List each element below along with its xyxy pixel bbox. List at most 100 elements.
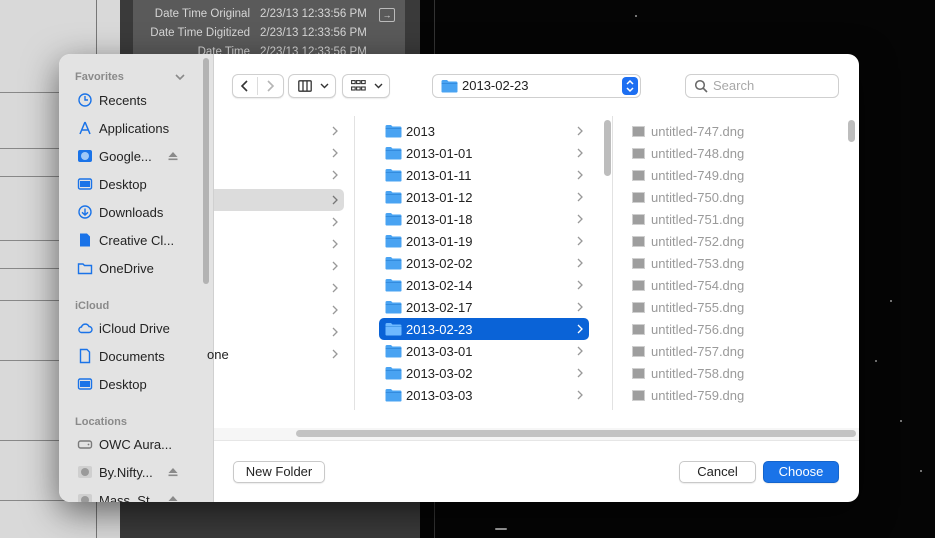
sidebar-scrollbar[interactable]: [203, 58, 209, 284]
folder-row[interactable]: 2013-03-09: [379, 406, 589, 410]
chevron-right-icon: [577, 126, 583, 136]
sidebar-item-recents[interactable]: Recents: [73, 89, 197, 111]
eject-icon[interactable]: [166, 465, 180, 479]
file-row: untitled-759.dng: [625, 384, 845, 406]
divider: [214, 440, 859, 441]
sidebar-item-downloads[interactable]: Downloads: [73, 201, 197, 223]
folder-icon: [385, 367, 402, 380]
sidebar-item-bynifty[interactable]: By.Nifty...: [73, 461, 197, 483]
list-item[interactable]: [214, 255, 344, 277]
sidebar: Favorites Recents Applications Google...…: [59, 54, 214, 502]
sidebar-item-mass-storage[interactable]: Mass_St...: [73, 489, 197, 502]
folder-label: 2013-01-18: [406, 212, 473, 227]
file-label: untitled-753.dng: [651, 256, 745, 271]
metadata-table: Date Time Original 2/23/13 12:33:56 PM →…: [133, 0, 405, 62]
folder-row[interactable]: 2013-03-01: [379, 340, 589, 362]
list-item[interactable]: [214, 120, 344, 142]
search-placeholder: Search: [713, 78, 755, 93]
sidebar-item-creative-cloud[interactable]: Creative Cl...: [73, 229, 197, 251]
list-item[interactable]: [214, 211, 344, 233]
folder-row[interactable]: 2013-01-19: [379, 230, 589, 252]
eject-icon[interactable]: [166, 149, 180, 163]
chevron-left-icon[interactable]: [239, 79, 251, 93]
chevron-right-icon: [577, 170, 583, 180]
list-item-selected[interactable]: [214, 189, 344, 211]
file-label: untitled-748.dng: [651, 146, 745, 161]
current-folder-label: 2013-02-23: [462, 78, 529, 93]
columns-view-icon: [298, 80, 312, 92]
cancel-button[interactable]: Cancel: [679, 461, 756, 483]
file-row: untitled-748.dng: [625, 142, 845, 164]
list-item[interactable]: [214, 277, 344, 299]
eject-icon[interactable]: [166, 493, 180, 502]
document-icon: [79, 348, 91, 364]
folder-row[interactable]: 2013: [379, 120, 589, 142]
chevron-right-icon: [332, 217, 338, 227]
folder-row[interactable]: 2013-03-03: [379, 384, 589, 406]
folder-icon: [385, 235, 402, 248]
folder-label: 2013-01-12: [406, 190, 473, 205]
list-item[interactable]: [214, 164, 344, 186]
sidebar-item-desktop[interactable]: Desktop: [73, 173, 197, 195]
folder-label: 2013-02-14: [406, 278, 473, 293]
disk-icon: [78, 494, 92, 502]
speck: [900, 420, 902, 422]
file-label: untitled-757.dng: [651, 344, 745, 359]
chevron-right-icon: [577, 280, 583, 290]
chevron-right-icon: [577, 192, 583, 202]
folder-icon: [385, 191, 402, 204]
folder-row[interactable]: 2013-02-17: [379, 296, 589, 318]
folder-icon: [385, 279, 402, 292]
column-parent: one: [207, 116, 354, 410]
sidebar-item-onedrive[interactable]: OneDrive: [73, 257, 197, 279]
sidebar-item-owc-aura[interactable]: OWC Aura...: [73, 433, 197, 455]
list-item[interactable]: [214, 321, 344, 343]
arrow-icon[interactable]: →: [379, 8, 395, 22]
popup-stepper: [622, 77, 638, 95]
group-by-button[interactable]: [342, 74, 390, 98]
list-item[interactable]: [214, 299, 344, 321]
metadata-key: Date Time Original: [154, 8, 250, 20]
files-scrollbar[interactable]: [848, 120, 855, 142]
choose-button[interactable]: Choose: [763, 461, 839, 483]
sidebar-item-label: Downloads: [99, 205, 164, 220]
chevron-right-icon: [332, 283, 338, 293]
list-item[interactable]: one: [207, 343, 344, 365]
folder-row[interactable]: 2013-03-02: [379, 362, 589, 384]
folder-icon: [385, 389, 402, 402]
location-popup[interactable]: 2013-02-23: [432, 74, 641, 98]
chevron-down-icon[interactable]: [173, 70, 187, 84]
sidebar-item-applications[interactable]: Applications: [73, 117, 197, 139]
column-divider[interactable]: [354, 116, 355, 410]
chevron-right-icon: [332, 126, 338, 136]
chevron-right-icon: [332, 305, 338, 315]
sidebar-item-google[interactable]: Google...: [73, 145, 197, 167]
folder-row-selected[interactable]: 2013-02-23: [379, 318, 589, 340]
sidebar-item-icloud-desktop[interactable]: Desktop: [73, 373, 197, 395]
folder-row[interactable]: 2013-01-18: [379, 208, 589, 230]
list-item[interactable]: [214, 233, 344, 255]
chevron-right-icon: [332, 327, 338, 337]
folder-row[interactable]: 2013-01-12: [379, 186, 589, 208]
folder-row[interactable]: 2013-02-02: [379, 252, 589, 274]
view-mode-button[interactable]: [288, 74, 336, 98]
folder-row[interactable]: 2013-01-11: [379, 164, 589, 186]
folder-row[interactable]: 2013-02-14: [379, 274, 589, 296]
list-item[interactable]: [214, 142, 344, 164]
search-field[interactable]: Search: [685, 74, 839, 98]
new-folder-button[interactable]: New Folder: [233, 461, 325, 483]
sidebar-item-documents[interactable]: Documents: [73, 345, 197, 367]
file-label: untitled-747.dng: [651, 124, 745, 139]
chevron-right-icon: [332, 170, 338, 180]
chevron-right-icon[interactable]: [264, 79, 276, 93]
horizontal-scrollbar[interactable]: [296, 430, 856, 437]
column-divider[interactable]: [612, 116, 613, 410]
file-row: untitled-751.dng: [625, 208, 845, 230]
chevron-down-icon: [374, 83, 383, 89]
metadata-row: Date Time Original 2/23/13 12:33:56 PM →: [133, 6, 405, 24]
chevron-right-icon: [577, 324, 583, 334]
folder-row[interactable]: 2013-01-01: [379, 142, 589, 164]
document-icon: [80, 233, 90, 247]
sidebar-item-icloud-drive[interactable]: iCloud Drive: [73, 317, 197, 339]
folders-scrollbar[interactable]: [604, 120, 611, 176]
